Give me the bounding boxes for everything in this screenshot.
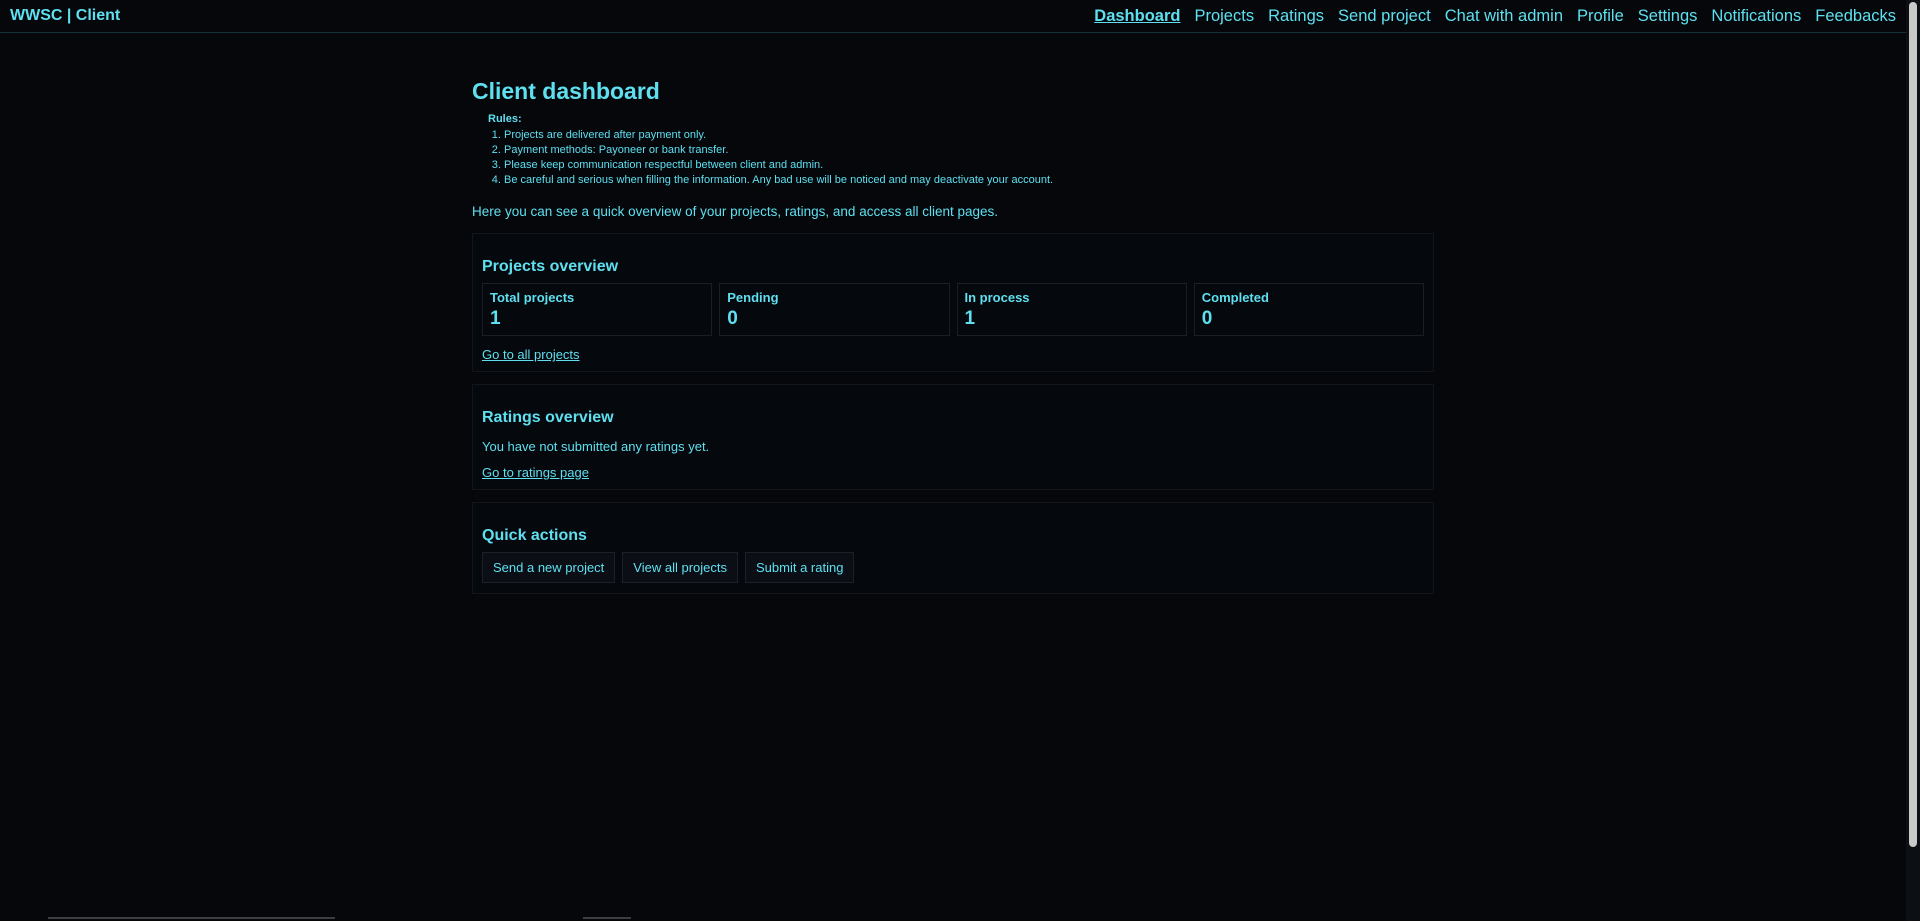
rules-title: Rules: — [488, 113, 522, 125]
nav-dashboard[interactable]: Dashboard — [1094, 7, 1180, 26]
intro-text: Here you can see a quick overview of you… — [472, 204, 999, 219]
stat-label: Completed — [1201, 290, 1269, 305]
nav-ratings[interactable]: Ratings — [1268, 7, 1324, 26]
stat-value: 1 — [490, 308, 501, 329]
nav-chat-with-admin[interactable]: Chat with admin — [1445, 7, 1563, 26]
projects-overview-title: Projects overview — [482, 258, 619, 275]
stat-label: In process — [964, 290, 1030, 305]
submit-rating-button[interactable]: Submit a rating — [745, 552, 855, 583]
rule-item: Projects are delivered after payment onl… — [504, 128, 1434, 143]
nav-send-project[interactable]: Send project — [1338, 7, 1431, 26]
nav-settings[interactable]: Settings — [1638, 7, 1698, 26]
stat-value: 0 — [1201, 308, 1213, 329]
view-all-projects-button[interactable]: View all projects — [622, 552, 738, 583]
scrollbar-thumb[interactable] — [1909, 2, 1917, 847]
stat-total-projects: Total projects 1 — [482, 283, 713, 336]
stat-completed: Completed 0 — [1193, 283, 1424, 336]
rules-list: Projects are delivered after payment onl… — [488, 128, 1434, 188]
top-navbar: WWSC | Client Dashboard Projects Ratings… — [0, 0, 1906, 33]
quick-actions-card: Quick actions Send a new project View al… — [472, 502, 1434, 594]
stat-label: Total projects — [490, 290, 575, 305]
go-to-ratings-link[interactable]: Go to ratings page — [482, 465, 589, 480]
no-ratings-text: You have not submitted any ratings yet. — [482, 439, 710, 454]
nav-feedbacks[interactable]: Feedbacks — [1815, 7, 1896, 26]
project-stats: Total projects 1 Pending 0 In process 1 … — [482, 283, 1424, 336]
dashboard-content: Client dashboard Rules: Projects are del… — [472, 70, 1434, 606]
rules-section: Rules: Projects are delivered after paym… — [488, 113, 1434, 188]
vertical-scrollbar[interactable] — [1906, 0, 1920, 921]
stat-value: 1 — [964, 308, 976, 329]
send-new-project-button[interactable]: Send a new project — [482, 552, 616, 583]
horizontal-scroll-indicator — [583, 917, 631, 919]
ratings-overview-card: Ratings overview You have not submitted … — [472, 384, 1434, 490]
quick-actions-title: Quick actions — [482, 527, 587, 544]
page-title: Client dashboard — [472, 78, 660, 104]
nav-projects[interactable]: Projects — [1194, 7, 1254, 26]
horizontal-scroll-indicator — [48, 917, 335, 919]
stat-in-process: In process 1 — [956, 283, 1187, 336]
go-to-all-projects-link[interactable]: Go to all projects — [482, 347, 580, 362]
nav-notifications[interactable]: Notifications — [1711, 7, 1801, 26]
ratings-overview-title: Ratings overview — [482, 409, 614, 426]
nav-profile[interactable]: Profile — [1577, 7, 1624, 26]
rule-item: Please keep communication respectful bet… — [504, 158, 1434, 173]
main-nav: Dashboard Projects Ratings Send project … — [1094, 7, 1896, 26]
rule-item: Payment methods: Payoneer or bank transf… — [504, 143, 1434, 158]
stat-pending: Pending 0 — [719, 283, 950, 336]
stat-value: 0 — [727, 308, 738, 329]
projects-overview-card: Projects overview Total projects 1 Pendi… — [472, 233, 1434, 372]
rule-item: Be careful and serious when filling the … — [504, 173, 1434, 188]
stat-label: Pending — [727, 290, 779, 305]
brand-title[interactable]: WWSC | Client — [10, 7, 120, 25]
quick-actions-buttons: Send a new project View all projects Sub… — [482, 552, 1424, 583]
